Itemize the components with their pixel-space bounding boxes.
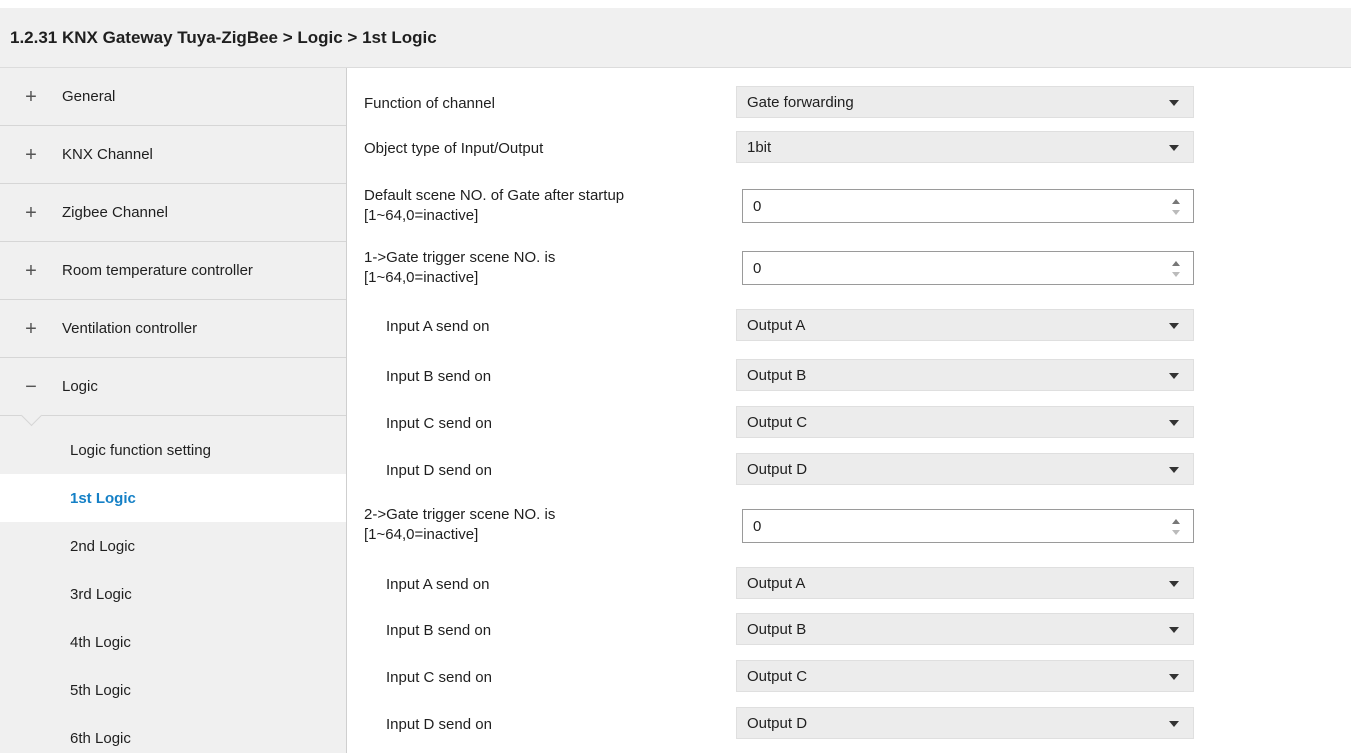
- gate1-input-a-select[interactable]: Output A: [736, 309, 1194, 341]
- chevron-down-icon: [1169, 467, 1179, 473]
- param-label: Input C send on: [386, 669, 492, 686]
- object-type-select[interactable]: 1bit: [736, 131, 1194, 163]
- sidebar-item-label: KNX Channel: [62, 146, 153, 163]
- collapse-icon[interactable]: −: [24, 377, 38, 397]
- sidebar-subitem-5th-logic[interactable]: 5th Logic: [0, 666, 346, 714]
- param-label: 1->Gate trigger scene NO. is [1~64,0=ina…: [364, 248, 734, 288]
- select-value: 1bit: [747, 138, 772, 156]
- sidebar-subitem-4th-logic[interactable]: 4th Logic: [0, 618, 346, 666]
- chevron-down-icon: [1169, 100, 1179, 106]
- expand-icon[interactable]: +: [24, 145, 38, 165]
- param-label-line: [1~64,0=inactive]: [364, 526, 479, 543]
- sidebar-item-knx-channel[interactable]: + KNX Channel: [0, 126, 346, 184]
- param-label: 2->Gate trigger scene NO. is [1~64,0=ina…: [364, 505, 734, 545]
- chevron-down-icon: [1169, 627, 1179, 633]
- select-value: Output D: [747, 460, 808, 478]
- param-label: Input D send on: [386, 716, 492, 733]
- spin-value: 0: [753, 259, 762, 277]
- sidebar-item-ventilation-controller[interactable]: + Ventilation controller: [0, 300, 346, 358]
- param-label-line: 1->Gate trigger scene NO. is: [364, 249, 556, 266]
- param-label-line: [1~64,0=inactive]: [364, 207, 479, 224]
- chevron-down-icon: [1169, 323, 1179, 329]
- spin-value: 0: [753, 197, 762, 215]
- spin-arrows-icon[interactable]: [1171, 197, 1181, 217]
- sidebar-item-zigbee-channel[interactable]: + Zigbee Channel: [0, 184, 346, 242]
- sidebar-item-label: Room temperature controller: [62, 262, 253, 279]
- expand-icon[interactable]: +: [24, 203, 38, 223]
- sidebar-item-room-temperature-controller[interactable]: + Room temperature controller: [0, 242, 346, 300]
- gate2-input-c-select[interactable]: Output C: [736, 660, 1194, 692]
- chevron-down-icon: [1169, 145, 1179, 151]
- expand-icon[interactable]: +: [24, 319, 38, 339]
- sidebar-subitem-1st-logic[interactable]: 1st Logic: [0, 474, 346, 522]
- gate2-trigger-scene-input[interactable]: 0: [742, 509, 1194, 543]
- gate1-input-c-select[interactable]: Output C: [736, 406, 1194, 438]
- spin-arrows-icon[interactable]: [1171, 517, 1181, 537]
- sidebar-item-label: Ventilation controller: [62, 320, 198, 337]
- param-label: Input C send on: [386, 415, 492, 432]
- select-value: Output B: [747, 366, 807, 384]
- param-label: Input B send on: [386, 368, 492, 385]
- select-value: Gate forwarding: [747, 93, 854, 111]
- spin-value: 0: [753, 517, 762, 535]
- param-label: Input A send on: [386, 318, 490, 335]
- gate2-input-d-select[interactable]: Output D: [736, 707, 1194, 739]
- gate1-input-b-select[interactable]: Output B: [736, 359, 1194, 391]
- breadcrumb-title: 1.2.31 KNX Gateway Tuya-ZigBee > Logic >…: [0, 8, 1351, 68]
- default-scene-input[interactable]: 0: [742, 189, 1194, 223]
- spin-arrows-icon[interactable]: [1171, 259, 1181, 279]
- select-value: Output C: [747, 413, 808, 431]
- gate1-input-d-select[interactable]: Output D: [736, 453, 1194, 485]
- chevron-down-icon: [1169, 581, 1179, 587]
- sidebar: + General + KNX Channel + Zigbee Channel…: [0, 68, 347, 753]
- select-value: Output B: [747, 620, 807, 638]
- param-label: Input A send on: [386, 576, 490, 593]
- sidebar-subitem-3rd-logic[interactable]: 3rd Logic: [0, 570, 346, 618]
- sidebar-item-label: Logic: [62, 378, 98, 395]
- param-label-line: Default scene NO. of Gate after startup: [364, 187, 625, 204]
- param-label: Function of channel: [364, 95, 495, 112]
- chevron-down-icon: [1169, 373, 1179, 379]
- sidebar-subitem-logic-function-setting[interactable]: Logic function setting: [0, 426, 346, 474]
- select-value: Output C: [747, 667, 808, 685]
- parameter-panel: Function of channel Gate forwarding Obje…: [348, 68, 1351, 753]
- chevron-down-icon: [1169, 674, 1179, 680]
- sidebar-item-label: General: [62, 88, 116, 105]
- chevron-down-icon: [1169, 420, 1179, 426]
- select-value: Output A: [747, 316, 806, 334]
- param-label-line: 2->Gate trigger scene NO. is: [364, 506, 556, 523]
- expand-icon[interactable]: +: [24, 261, 38, 281]
- expand-icon[interactable]: +: [24, 87, 38, 107]
- function-of-channel-select[interactable]: Gate forwarding: [736, 86, 1194, 118]
- gate1-trigger-scene-input[interactable]: 0: [742, 251, 1194, 285]
- sidebar-item-general[interactable]: + General: [0, 68, 346, 126]
- param-label: Input D send on: [386, 462, 492, 479]
- sidebar-subitem-2nd-logic[interactable]: 2nd Logic: [0, 522, 346, 570]
- select-value: Output A: [747, 574, 806, 592]
- select-value: Output D: [747, 714, 808, 732]
- sidebar-item-label: Zigbee Channel: [62, 204, 168, 221]
- chevron-down-icon: [1169, 721, 1179, 727]
- gate2-input-a-select[interactable]: Output A: [736, 567, 1194, 599]
- param-label-line: [1~64,0=inactive]: [364, 269, 479, 286]
- sidebar-subitem-6th-logic[interactable]: 6th Logic: [0, 714, 346, 753]
- param-label: Object type of Input/Output: [364, 140, 544, 157]
- param-label: Input B send on: [386, 622, 492, 639]
- gate2-input-b-select[interactable]: Output B: [736, 613, 1194, 645]
- sidebar-item-logic[interactable]: − Logic: [0, 358, 346, 416]
- param-label: Default scene NO. of Gate after startup …: [364, 186, 734, 226]
